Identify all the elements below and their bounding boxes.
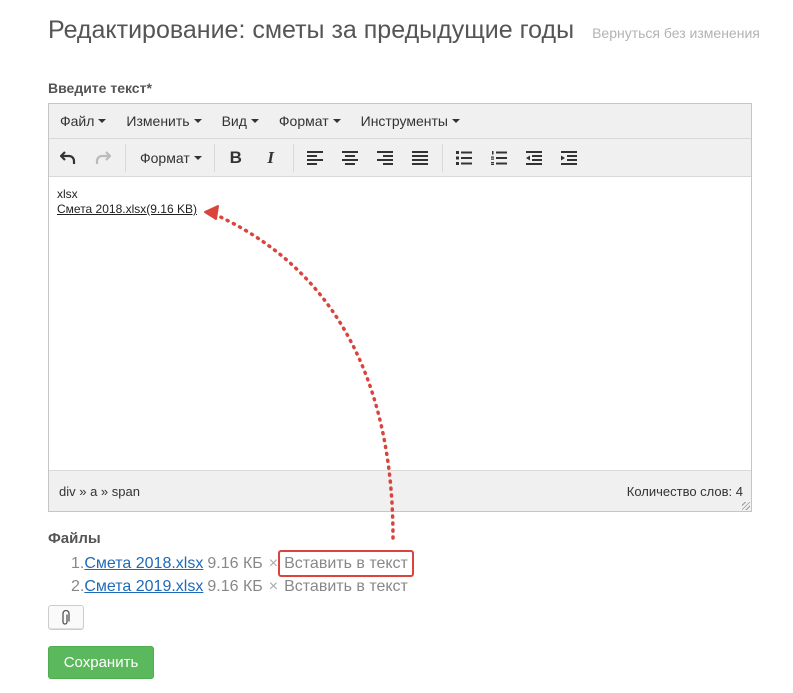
attach-file-button[interactable] (48, 605, 84, 630)
italic-button[interactable]: I (256, 144, 286, 172)
menu-edit-label: Изменить (126, 113, 190, 129)
file-link[interactable]: Смета 2019.xlsx (84, 575, 203, 598)
undo-icon (60, 150, 76, 164)
menu-view[interactable]: Вид (215, 107, 266, 135)
word-count: Количество слов: 4 (626, 483, 743, 499)
italic-icon: I (267, 147, 275, 167)
content-line: xlsx (57, 187, 78, 201)
back-without-changes-link[interactable]: Вернуться без изменения (592, 25, 760, 41)
align-right-button[interactable] (370, 144, 400, 172)
align-center-button[interactable] (335, 144, 365, 172)
toolbar-separator (213, 143, 215, 172)
file-size: 9.16 КБ (207, 555, 263, 572)
rich-text-editor: Файл Изменить Вид Формат Инструменты Фор… (48, 103, 752, 512)
outdent-button[interactable] (519, 144, 549, 172)
file-index: 1. (71, 555, 85, 572)
toolbar-separator (441, 143, 443, 172)
chevron-down-icon (98, 119, 107, 123)
chevron-down-icon (332, 119, 341, 123)
files-list: 1. Смета 2018.xlsx 9.16 КБ × Вставить в … (71, 550, 414, 598)
align-right-icon (376, 150, 393, 165)
content-file-link[interactable]: Смета 2018.xlsx(9.16 KB) (57, 202, 197, 216)
undo-button[interactable] (53, 144, 83, 172)
align-left-button[interactable] (300, 144, 330, 172)
chevron-down-icon (193, 119, 202, 123)
bold-icon: B (229, 147, 242, 167)
bullet-list-button[interactable] (449, 144, 479, 172)
save-button[interactable]: Сохранить (48, 646, 154, 679)
remove-file-icon[interactable]: × (269, 552, 278, 575)
page-title: Редактирование: сметы за предыдущие годы (48, 16, 575, 44)
editor-content-area[interactable]: xlsx Смета 2018.xlsx(9.16 KB) (49, 177, 751, 470)
content-file-size: (9.16 KB) (146, 202, 197, 216)
content-file-name: Смета 2018.xlsx (57, 202, 147, 216)
text-field-label: Введите текст* (48, 80, 152, 96)
menu-edit[interactable]: Изменить (119, 107, 208, 135)
numbered-list-button[interactable] (484, 144, 514, 172)
insert-into-text-link[interactable]: Вставить в текст (280, 575, 412, 598)
menu-tools[interactable]: Инструменты (354, 107, 467, 135)
insert-into-text-link[interactable]: Вставить в текст (278, 550, 414, 577)
paperclip-icon (62, 609, 70, 625)
file-link[interactable]: Смета 2018.xlsx (84, 552, 203, 575)
align-justify-button[interactable] (405, 144, 435, 172)
files-section-title: Файлы (48, 530, 101, 547)
element-path: div » a » span (59, 483, 140, 499)
editor-statusbar: div » a » span Количество слов: 4 (49, 470, 751, 511)
editor-toolbar: Формат B I (49, 139, 751, 177)
align-center-icon (341, 150, 358, 165)
align-justify-icon (411, 150, 428, 165)
indent-button[interactable] (554, 144, 584, 172)
align-left-icon (306, 150, 323, 165)
resize-handle-icon[interactable] (742, 502, 750, 510)
file-list-item: 2. Смета 2019.xlsx 9.16 КБ × Вставить в … (71, 575, 414, 598)
chevron-down-icon (451, 119, 460, 123)
file-index: 2. (71, 578, 85, 595)
page-header: Редактирование: сметы за предыдущие годы… (48, 16, 760, 45)
menu-file[interactable]: Файл (53, 107, 113, 135)
editor-menubar: Файл Изменить Вид Формат Инструменты (49, 104, 751, 139)
menu-format-label: Формат (278, 113, 329, 129)
file-size: 9.16 КБ (207, 578, 263, 595)
chevron-down-icon (250, 119, 259, 123)
menu-tools-label: Инструменты (360, 113, 448, 129)
toolbar-separator (125, 143, 126, 172)
menu-format[interactable]: Формат (272, 107, 348, 135)
content-attachment-line: Смета 2018.xlsx(9.16 KB) (57, 202, 743, 217)
menu-view-label: Вид (221, 113, 247, 129)
remove-file-icon[interactable]: × (269, 575, 278, 598)
indent-icon (560, 150, 577, 165)
toolbar-separator (292, 143, 294, 172)
bold-button[interactable]: B (221, 144, 251, 172)
file-list-item: 1. Смета 2018.xlsx 9.16 КБ × Вставить в … (71, 550, 414, 577)
chevron-down-icon (193, 155, 202, 160)
outdent-icon (525, 150, 542, 165)
bullet-list-icon (455, 150, 472, 165)
menu-file-label: Файл (60, 113, 95, 129)
redo-button[interactable] (88, 144, 118, 172)
format-select[interactable]: Формат (132, 144, 210, 172)
numbered-list-icon (490, 150, 507, 165)
format-select-label: Формат (140, 149, 190, 166)
redo-icon (95, 150, 111, 164)
